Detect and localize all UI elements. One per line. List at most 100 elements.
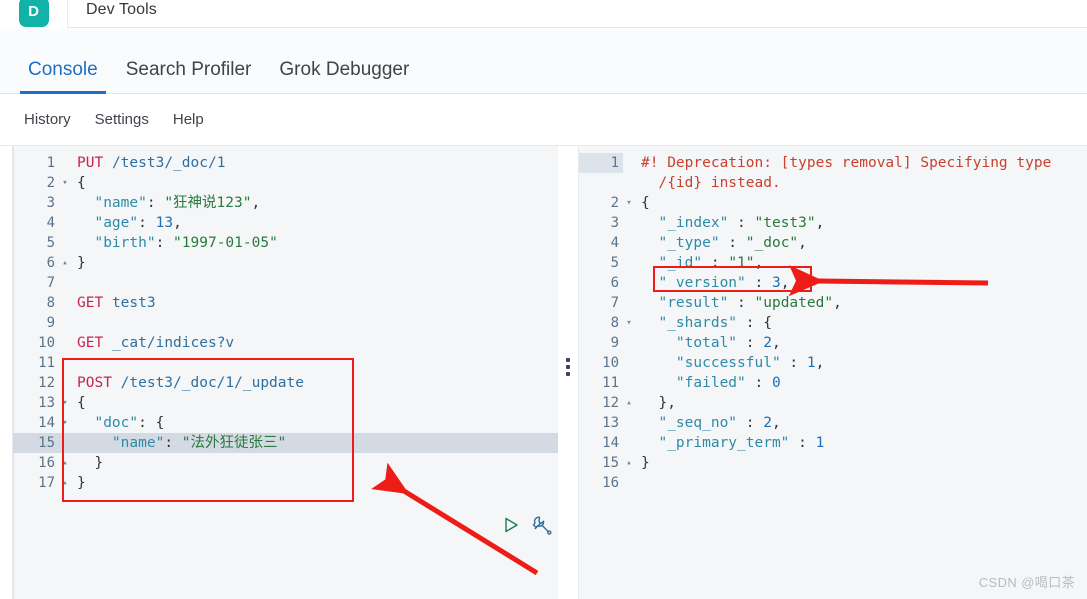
menu-item-settings[interactable]: Settings	[95, 111, 149, 128]
line-number: 16	[38, 455, 55, 471]
code-line[interactable]: 15 "name": "法外狂徒张三"	[13, 433, 558, 453]
line-number: 7	[46, 275, 55, 291]
code-text: GET test3	[77, 295, 156, 311]
code-text: "_id" : "1",	[658, 255, 764, 271]
line-number: 4	[610, 235, 619, 251]
tab-grok-debugger[interactable]: Grok Debugger	[265, 60, 423, 93]
line-number: 11	[602, 375, 619, 391]
code-line[interactable]: 10 "successful" : 1,	[579, 353, 1087, 373]
code-text: {	[641, 195, 650, 211]
line-number: 13	[38, 395, 55, 411]
code-line[interactable]: 2 ▾ {	[13, 173, 558, 193]
code-line[interactable]: 3 "_index" : "test3",	[579, 213, 1087, 233]
code-line[interactable]: 11 "failed" : 0	[579, 373, 1087, 393]
fold-toggle-icon[interactable]: ▾	[59, 413, 71, 433]
code-line[interactable]: 6 ▴}	[13, 253, 558, 273]
line-number: 4	[46, 215, 55, 231]
response-output: 1 #! Deprecation: [types removal] Specify…	[579, 146, 1087, 599]
fold-toggle-icon[interactable]: ▾	[623, 313, 635, 333]
code-line[interactable]: 11	[13, 353, 558, 373]
code-line[interactable]: /{id} instead.	[579, 173, 1087, 193]
code-line[interactable]: 16 ▴ }	[13, 453, 558, 473]
code-line[interactable]: 9	[13, 313, 558, 333]
code-line[interactable]: 4 "_type" : "_doc",	[579, 233, 1087, 253]
pane-splitter[interactable]	[558, 146, 578, 599]
code-line[interactable]: 12 ▴ },	[579, 393, 1087, 413]
code-line[interactable]: 8 ▾ "_shards" : {	[579, 313, 1087, 333]
code-text: }	[641, 455, 650, 471]
response-output-pane[interactable]: 1 #! Deprecation: [types removal] Specify…	[578, 146, 1087, 599]
wrench-icon[interactable]	[531, 514, 553, 536]
code-text: }	[94, 455, 104, 471]
code-text: "_type" : "_doc",	[658, 235, 807, 251]
tab-console[interactable]: Console	[14, 60, 112, 94]
code-text: },	[658, 395, 676, 411]
code-text: {	[77, 395, 86, 411]
code-line[interactable]: 1 #! Deprecation: [types removal] Specify…	[579, 153, 1087, 173]
tab-search-profiler[interactable]: Search Profiler	[112, 60, 266, 93]
code-line[interactable]: 3 "name": "狂神说123",	[13, 193, 558, 213]
top-bar: D Dev Tools	[0, 0, 1087, 28]
code-text: PUT /test3/_doc/1	[77, 155, 226, 171]
code-line[interactable]: 4 "age": 13,	[13, 213, 558, 233]
play-request-icon[interactable]	[501, 515, 521, 535]
code-line[interactable]: 8 GET test3	[13, 293, 558, 313]
request-action-icons	[501, 514, 553, 536]
code-line[interactable]: 7 "result" : "updated",	[579, 293, 1087, 313]
splitter-grip-icon[interactable]	[566, 358, 570, 376]
line-number: 9	[610, 335, 619, 351]
code-text: "name": "法外狂徒张三"	[111, 435, 287, 451]
code-line[interactable]: 14 ▾ "doc": {	[13, 413, 558, 433]
watermark: CSDN @喝口茶	[978, 575, 1075, 590]
menu-item-help[interactable]: Help	[173, 111, 204, 128]
code-text: "name": "狂神说123",	[94, 195, 261, 211]
request-editor-pane[interactable]: 1 PUT /test3/_doc/1 2 ▾{3 "name": "狂神说123",…	[12, 146, 558, 599]
code-line[interactable]: 15 ▴}	[579, 453, 1087, 473]
code-line[interactable]: 5 "_id" : "1",	[579, 253, 1087, 273]
code-line[interactable]: 6 "_version" : 3,	[579, 273, 1087, 293]
code-text: "_index" : "test3",	[658, 215, 825, 231]
code-line[interactable]: 13 "_seq_no" : 2,	[579, 413, 1087, 433]
app-badge-container: D	[0, 0, 68, 28]
code-line[interactable]: 14 "_primary_term" : 1	[579, 433, 1087, 453]
menu-item-history[interactable]: History	[24, 111, 71, 128]
code-line[interactable]: 10 GET _cat/indices?v	[13, 333, 558, 353]
fold-toggle-icon[interactable]: ▴	[59, 473, 71, 493]
line-number: 14	[602, 435, 619, 451]
code-line[interactable]: 16	[579, 473, 1087, 493]
code-line[interactable]: 17 ▴}	[13, 473, 558, 493]
line-number: 17	[38, 475, 55, 491]
line-number: 13	[602, 415, 619, 431]
line-number: 3	[610, 215, 619, 231]
fold-toggle-icon[interactable]: ▴	[623, 393, 635, 413]
line-number: 5	[610, 255, 619, 271]
request-editor[interactable]: 1 PUT /test3/_doc/1 2 ▾{3 "name": "狂神说123",…	[13, 146, 558, 599]
app-badge: D	[18, 0, 49, 27]
code-text: }	[77, 475, 86, 491]
code-line[interactable]: 9 "total" : 2,	[579, 333, 1087, 353]
code-line[interactable]: 12 POST /test3/_doc/1/_update	[13, 373, 558, 393]
fold-toggle-icon[interactable]: ▾	[59, 393, 71, 413]
code-line[interactable]: 7	[13, 273, 558, 293]
code-text: GET _cat/indices?v	[77, 335, 235, 351]
code-text: "doc": {	[94, 415, 165, 431]
line-number: 12	[38, 375, 55, 391]
fold-toggle-icon[interactable]: ▾	[623, 193, 635, 213]
code-line[interactable]: 1 PUT /test3/_doc/1	[13, 153, 558, 173]
code-line[interactable]: 13 ▾ {	[13, 393, 558, 413]
page-title: Dev Tools	[86, 1, 157, 18]
fold-toggle-icon[interactable]: ▴	[623, 453, 635, 473]
line-number: 11	[38, 355, 55, 371]
code-line[interactable]: 5 "birth": "1997-01-05"	[13, 233, 558, 253]
code-text: "result" : "updated",	[658, 295, 842, 311]
line-number: 6	[610, 275, 619, 291]
line-number: 10	[38, 335, 55, 351]
fold-toggle-icon[interactable]: ▾	[59, 173, 71, 193]
line-number: 14	[38, 415, 55, 431]
fold-toggle-icon[interactable]: ▴	[59, 453, 71, 473]
line-number: 16	[602, 475, 619, 491]
code-line[interactable]: 2 ▾ {	[579, 193, 1087, 213]
code-text: #! Deprecation: [types removal] Specifyi…	[641, 155, 1052, 171]
primary-tabs: Console Search Profiler Grok Debugger	[0, 29, 1087, 94]
fold-toggle-icon[interactable]: ▴	[59, 253, 71, 273]
